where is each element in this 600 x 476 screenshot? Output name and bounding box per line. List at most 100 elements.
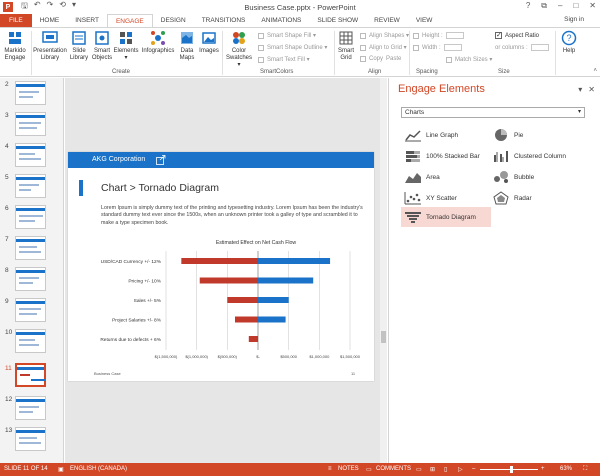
slide-thumbnail[interactable] <box>15 427 46 451</box>
language-indicator[interactable]: ENGLISH (CANADA) <box>70 466 127 472</box>
smart-objects-button[interactable]: Smart Objects <box>91 30 113 62</box>
tab-engage[interactable]: ENGAGE <box>106 14 153 27</box>
category-dropdown[interactable]: Charts ▾ <box>401 107 585 118</box>
slide-thumbnail[interactable] <box>15 112 46 136</box>
align-shapes-button[interactable]: Align Shapes ▾ <box>360 32 409 39</box>
smart-shape-outline-button[interactable]: Smart Shape Outline ▾ <box>258 44 327 51</box>
color-swatches-icon <box>231 30 247 46</box>
customize-icon[interactable]: ▾ <box>72 0 76 14</box>
data-maps-button[interactable]: Data Maps <box>177 30 197 62</box>
chart-item-pie[interactable]: Pie <box>489 125 577 145</box>
tab-animations[interactable]: ANIMATIONS <box>253 14 309 27</box>
ribbon-display-icon[interactable]: ⧉ <box>541 1 547 11</box>
save-icon[interactable]: 🖫 <box>21 0 28 14</box>
slide-thumbnail[interactable] <box>15 236 46 260</box>
smart-text-fill-button[interactable]: Smart Text Fill ▾ <box>258 56 310 63</box>
minimize-icon[interactable]: – <box>558 1 562 11</box>
chart-item-radar[interactable]: Radar <box>489 188 577 208</box>
sign-in-link[interactable]: Sign in <box>564 16 584 23</box>
repeat-icon[interactable]: ⟲ <box>59 0 66 14</box>
smart-objects-icon <box>94 30 110 46</box>
chart-item-xy-scatter[interactable]: XY Scatter <box>401 188 489 208</box>
slide-thumbnail[interactable] <box>15 329 46 353</box>
comments-icon: ▭ <box>366 467 372 473</box>
tab-home[interactable]: HOME <box>32 14 68 27</box>
slideshow-icon[interactable]: ▷ <box>458 466 463 473</box>
group-label-create: Create <box>112 69 131 75</box>
chart-item-bubble[interactable]: Bubble <box>489 167 577 187</box>
match-sizes-button[interactable]: Match Sizes ▾ <box>446 56 492 63</box>
slide-library-button[interactable]: Slide Library <box>68 30 90 62</box>
slide-thumbnail[interactable] <box>15 267 46 291</box>
thumb-number: 5 <box>5 174 9 181</box>
normal-view-icon[interactable]: ▭ <box>416 466 422 473</box>
zoom-in-button[interactable]: + <box>541 466 545 472</box>
zoom-slider-thumb[interactable] <box>510 466 513 473</box>
pane-options-icon[interactable]: ▾ <box>578 85 582 94</box>
tab-view[interactable]: VIEW <box>408 14 441 27</box>
undo-icon[interactable]: ↶ <box>34 0 41 14</box>
height-icon <box>413 32 419 39</box>
width-input[interactable] <box>443 44 462 51</box>
slide-thumbnail-selected[interactable] <box>15 363 46 387</box>
tab-review[interactable]: REVIEW <box>366 14 408 27</box>
notes-button[interactable]: NOTES <box>338 466 359 472</box>
comments-button[interactable]: COMMENTS <box>376 466 411 472</box>
smart-shape-fill-button[interactable]: Smart Shape Fill ▾ <box>258 32 316 39</box>
spell-check-icon[interactable]: ▣ <box>58 466 64 473</box>
powerpoint-app-icon[interactable]: P <box>3 2 13 12</box>
elements-button[interactable]: Elements ▾ <box>113 30 139 62</box>
tab-slide-show[interactable]: SLIDE SHOW <box>309 14 366 27</box>
close-icon[interactable]: ✕ <box>589 1 596 11</box>
redo-icon[interactable]: ↷ <box>47 0 54 14</box>
slide-thumbnail[interactable] <box>15 174 46 198</box>
paste-button[interactable]: Paste <box>386 56 401 62</box>
tornado-chart[interactable]: Estimated Effect on Net Cash Flow $(1,500… <box>68 236 374 366</box>
help-icon[interactable]: ? <box>526 1 530 11</box>
images-button[interactable]: Images <box>198 30 220 55</box>
tornado-bar <box>181 258 258 264</box>
markido-engage-button[interactable]: Markido Engage <box>2 30 28 62</box>
tab-insert[interactable]: INSERT <box>67 14 107 27</box>
infographics-button[interactable]: Infographics <box>140 30 176 55</box>
help-button[interactable]: ? Help <box>560 30 578 55</box>
tab-file[interactable]: FILE <box>0 14 32 27</box>
reading-view-icon[interactable]: ▯ <box>444 466 447 473</box>
slide-thumbnail[interactable] <box>15 298 46 322</box>
copy-button[interactable]: Copy <box>369 56 383 62</box>
chart-item-line-graph[interactable]: Line Graph <box>401 125 489 145</box>
editor-scrollbar-thumb[interactable] <box>381 331 386 343</box>
slide-title[interactable]: Chart > Tornado Diagram <box>101 182 219 194</box>
chart-item-tornado-diagram[interactable]: Tornado Diagram <box>401 207 491 227</box>
thumbnails-scrollbar[interactable] <box>56 78 62 463</box>
align-shapes-icon <box>360 32 366 39</box>
zoom-out-button[interactable]: – <box>472 466 475 472</box>
align-to-grid-button[interactable]: Align to Grid ▾ <box>360 44 407 51</box>
chart-item-stacked-bar[interactable]: 100% Stacked Bar <box>401 146 489 166</box>
slide-canvas[interactable]: AKG Corporation Chart > Tornado Diagram … <box>68 152 374 381</box>
slide-thumbnail[interactable] <box>15 143 46 167</box>
fit-slide-icon[interactable]: ⛶ <box>583 466 587 473</box>
chart-item-clustered-column[interactable]: Clustered Column <box>489 146 589 166</box>
slide-sorter-icon[interactable]: ⊞ <box>430 466 435 473</box>
slide-body-text[interactable]: Lorem Ipsum is simply dummy text of the … <box>101 205 363 227</box>
slide-thumbnail[interactable] <box>15 396 46 420</box>
smart-grid-button[interactable]: Smart Grid <box>336 30 356 62</box>
presentation-library-button[interactable]: Presentation Library <box>33 30 67 62</box>
slide-thumbnail[interactable] <box>15 81 46 105</box>
height-input[interactable] <box>445 32 464 39</box>
zoom-slider[interactable] <box>480 469 538 470</box>
pane-close-icon[interactable]: ✕ <box>588 85 595 94</box>
slide-thumbnail[interactable] <box>15 205 46 229</box>
color-swatches-button[interactable]: Color Swatches ▾ <box>224 30 254 69</box>
zoom-level[interactable]: 63% <box>560 466 572 472</box>
tab-design[interactable]: DESIGN <box>153 14 194 27</box>
collapse-ribbon-icon[interactable]: ˄ <box>593 68 597 74</box>
editor-scrollbar[interactable] <box>380 78 387 463</box>
aspect-ratio-checkbox[interactable] <box>495 31 502 39</box>
tab-transitions[interactable]: TRANSITIONS <box>194 14 254 27</box>
chart-item-area[interactable]: Area <box>401 167 489 187</box>
restore-icon[interactable]: □ <box>573 1 578 11</box>
svg-text:?: ? <box>566 33 571 43</box>
columns-input[interactable] <box>530 44 549 51</box>
